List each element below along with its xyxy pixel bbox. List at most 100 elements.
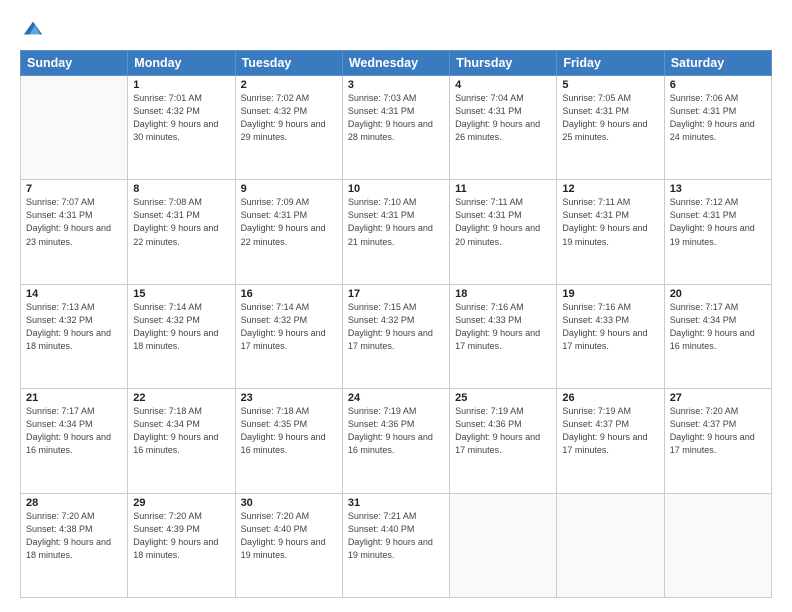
day-info: Sunrise: 7:19 AMSunset: 4:36 PMDaylight:… [348,405,444,457]
day-cell: 8Sunrise: 7:08 AMSunset: 4:31 PMDaylight… [128,180,235,284]
day-number: 16 [241,288,337,300]
day-cell: 13Sunrise: 7:12 AMSunset: 4:31 PMDayligh… [664,180,771,284]
day-number: 1 [133,79,229,91]
day-info: Sunrise: 7:14 AMSunset: 4:32 PMDaylight:… [241,301,337,353]
day-cell: 11Sunrise: 7:11 AMSunset: 4:31 PMDayligh… [450,180,557,284]
day-cell: 6Sunrise: 7:06 AMSunset: 4:31 PMDaylight… [664,76,771,180]
weekday-header-row: SundayMondayTuesdayWednesdayThursdayFrid… [21,51,772,76]
weekday-header-friday: Friday [557,51,664,76]
day-cell [557,493,664,597]
logo [20,18,44,40]
day-cell: 14Sunrise: 7:13 AMSunset: 4:32 PMDayligh… [21,284,128,388]
day-cell: 12Sunrise: 7:11 AMSunset: 4:31 PMDayligh… [557,180,664,284]
day-number: 6 [670,79,766,91]
day-info: Sunrise: 7:20 AMSunset: 4:38 PMDaylight:… [26,510,122,562]
day-cell: 2Sunrise: 7:02 AMSunset: 4:32 PMDaylight… [235,76,342,180]
weekday-header-saturday: Saturday [664,51,771,76]
day-cell: 18Sunrise: 7:16 AMSunset: 4:33 PMDayligh… [450,284,557,388]
weekday-header-tuesday: Tuesday [235,51,342,76]
day-info: Sunrise: 7:11 AMSunset: 4:31 PMDaylight:… [562,196,658,248]
day-info: Sunrise: 7:07 AMSunset: 4:31 PMDaylight:… [26,196,122,248]
day-info: Sunrise: 7:19 AMSunset: 4:36 PMDaylight:… [455,405,551,457]
day-cell: 27Sunrise: 7:20 AMSunset: 4:37 PMDayligh… [664,389,771,493]
day-cell: 31Sunrise: 7:21 AMSunset: 4:40 PMDayligh… [342,493,449,597]
day-number: 25 [455,392,551,404]
day-number: 28 [26,497,122,509]
weekday-header-thursday: Thursday [450,51,557,76]
day-info: Sunrise: 7:09 AMSunset: 4:31 PMDaylight:… [241,196,337,248]
day-number: 29 [133,497,229,509]
header [20,18,772,40]
day-info: Sunrise: 7:15 AMSunset: 4:32 PMDaylight:… [348,301,444,353]
day-info: Sunrise: 7:02 AMSunset: 4:32 PMDaylight:… [241,92,337,144]
day-info: Sunrise: 7:08 AMSunset: 4:31 PMDaylight:… [133,196,229,248]
day-info: Sunrise: 7:20 AMSunset: 4:37 PMDaylight:… [670,405,766,457]
day-cell: 24Sunrise: 7:19 AMSunset: 4:36 PMDayligh… [342,389,449,493]
day-number: 17 [348,288,444,300]
day-cell: 17Sunrise: 7:15 AMSunset: 4:32 PMDayligh… [342,284,449,388]
day-number: 15 [133,288,229,300]
day-info: Sunrise: 7:12 AMSunset: 4:31 PMDaylight:… [670,196,766,248]
day-number: 2 [241,79,337,91]
week-row-3: 14Sunrise: 7:13 AMSunset: 4:32 PMDayligh… [21,284,772,388]
day-number: 3 [348,79,444,91]
day-number: 30 [241,497,337,509]
day-info: Sunrise: 7:16 AMSunset: 4:33 PMDaylight:… [455,301,551,353]
day-info: Sunrise: 7:20 AMSunset: 4:40 PMDaylight:… [241,510,337,562]
day-info: Sunrise: 7:13 AMSunset: 4:32 PMDaylight:… [26,301,122,353]
day-info: Sunrise: 7:17 AMSunset: 4:34 PMDaylight:… [670,301,766,353]
calendar-table: SundayMondayTuesdayWednesdayThursdayFrid… [20,50,772,598]
day-number: 23 [241,392,337,404]
day-number: 12 [562,183,658,195]
day-number: 7 [26,183,122,195]
day-number: 18 [455,288,551,300]
day-number: 20 [670,288,766,300]
day-info: Sunrise: 7:05 AMSunset: 4:31 PMDaylight:… [562,92,658,144]
week-row-4: 21Sunrise: 7:17 AMSunset: 4:34 PMDayligh… [21,389,772,493]
week-row-1: 1Sunrise: 7:01 AMSunset: 4:32 PMDaylight… [21,76,772,180]
day-cell: 21Sunrise: 7:17 AMSunset: 4:34 PMDayligh… [21,389,128,493]
page: SundayMondayTuesdayWednesdayThursdayFrid… [0,0,792,612]
day-cell: 23Sunrise: 7:18 AMSunset: 4:35 PMDayligh… [235,389,342,493]
day-number: 19 [562,288,658,300]
day-info: Sunrise: 7:10 AMSunset: 4:31 PMDaylight:… [348,196,444,248]
day-cell: 4Sunrise: 7:04 AMSunset: 4:31 PMDaylight… [450,76,557,180]
day-cell: 19Sunrise: 7:16 AMSunset: 4:33 PMDayligh… [557,284,664,388]
day-number: 10 [348,183,444,195]
day-number: 13 [670,183,766,195]
day-cell: 22Sunrise: 7:18 AMSunset: 4:34 PMDayligh… [128,389,235,493]
day-cell: 25Sunrise: 7:19 AMSunset: 4:36 PMDayligh… [450,389,557,493]
day-cell: 10Sunrise: 7:10 AMSunset: 4:31 PMDayligh… [342,180,449,284]
day-cell: 26Sunrise: 7:19 AMSunset: 4:37 PMDayligh… [557,389,664,493]
day-cell [450,493,557,597]
day-cell: 5Sunrise: 7:05 AMSunset: 4:31 PMDaylight… [557,76,664,180]
week-row-5: 28Sunrise: 7:20 AMSunset: 4:38 PMDayligh… [21,493,772,597]
day-cell [21,76,128,180]
day-number: 21 [26,392,122,404]
day-info: Sunrise: 7:14 AMSunset: 4:32 PMDaylight:… [133,301,229,353]
day-cell: 3Sunrise: 7:03 AMSunset: 4:31 PMDaylight… [342,76,449,180]
week-row-2: 7Sunrise: 7:07 AMSunset: 4:31 PMDaylight… [21,180,772,284]
day-cell: 30Sunrise: 7:20 AMSunset: 4:40 PMDayligh… [235,493,342,597]
day-cell [664,493,771,597]
day-number: 9 [241,183,337,195]
day-info: Sunrise: 7:03 AMSunset: 4:31 PMDaylight:… [348,92,444,144]
day-info: Sunrise: 7:11 AMSunset: 4:31 PMDaylight:… [455,196,551,248]
day-info: Sunrise: 7:19 AMSunset: 4:37 PMDaylight:… [562,405,658,457]
day-info: Sunrise: 7:04 AMSunset: 4:31 PMDaylight:… [455,92,551,144]
day-number: 8 [133,183,229,195]
day-number: 24 [348,392,444,404]
day-info: Sunrise: 7:06 AMSunset: 4:31 PMDaylight:… [670,92,766,144]
day-info: Sunrise: 7:18 AMSunset: 4:34 PMDaylight:… [133,405,229,457]
day-cell: 20Sunrise: 7:17 AMSunset: 4:34 PMDayligh… [664,284,771,388]
day-cell: 15Sunrise: 7:14 AMSunset: 4:32 PMDayligh… [128,284,235,388]
day-number: 31 [348,497,444,509]
day-number: 11 [455,183,551,195]
day-info: Sunrise: 7:01 AMSunset: 4:32 PMDaylight:… [133,92,229,144]
day-cell: 16Sunrise: 7:14 AMSunset: 4:32 PMDayligh… [235,284,342,388]
day-cell: 1Sunrise: 7:01 AMSunset: 4:32 PMDaylight… [128,76,235,180]
day-number: 26 [562,392,658,404]
day-info: Sunrise: 7:16 AMSunset: 4:33 PMDaylight:… [562,301,658,353]
day-cell: 7Sunrise: 7:07 AMSunset: 4:31 PMDaylight… [21,180,128,284]
day-info: Sunrise: 7:21 AMSunset: 4:40 PMDaylight:… [348,510,444,562]
